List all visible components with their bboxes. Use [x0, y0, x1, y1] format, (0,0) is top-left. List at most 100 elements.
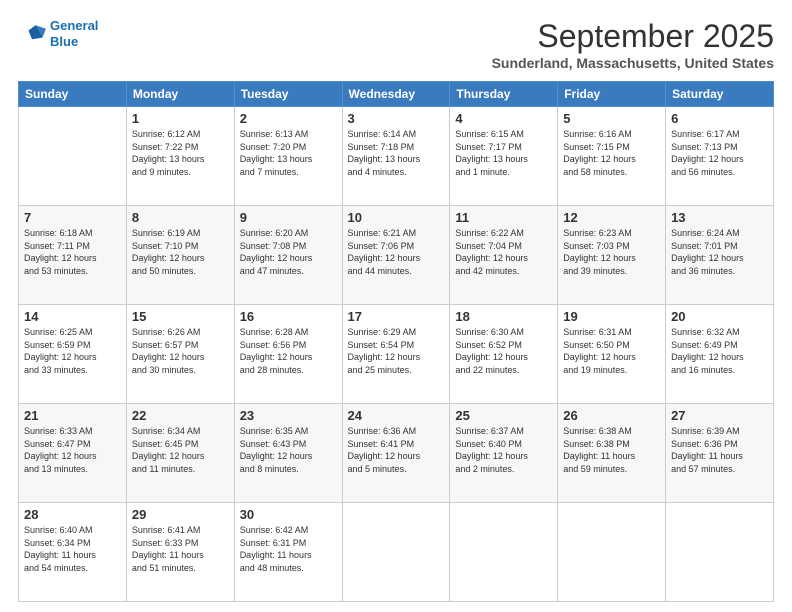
table-row	[342, 503, 450, 602]
day-number: 5	[563, 111, 660, 126]
day-number: 26	[563, 408, 660, 423]
table-row: 8 Sunrise: 6:19 AM Sunset: 7:10 PM Daylig…	[126, 206, 234, 305]
day-content: Sunrise: 6:29 AM Sunset: 6:54 PM Dayligh…	[348, 326, 445, 376]
day-number: 19	[563, 309, 660, 324]
table-row: 9 Sunrise: 6:20 AM Sunset: 7:08 PM Daylig…	[234, 206, 342, 305]
day-content: Sunrise: 6:39 AM Sunset: 6:36 PM Dayligh…	[671, 425, 768, 475]
day-number: 13	[671, 210, 768, 225]
day-number: 20	[671, 309, 768, 324]
col-friday: Friday	[558, 82, 666, 107]
day-number: 24	[348, 408, 445, 423]
day-content: Sunrise: 6:26 AM Sunset: 6:57 PM Dayligh…	[132, 326, 229, 376]
day-number: 27	[671, 408, 768, 423]
day-content: Sunrise: 6:18 AM Sunset: 7:11 PM Dayligh…	[24, 227, 121, 277]
day-number: 1	[132, 111, 229, 126]
table-row: 6Sunrise: 6:17 AM Sunset: 7:13 PM Daylig…	[666, 107, 774, 206]
calendar-week-row: 28 Sunrise: 6:40 AM Sunset: 6:34 PM Dayli…	[19, 503, 774, 602]
logo: General Blue	[18, 18, 98, 49]
day-content: Sunrise: 6:25 AM Sunset: 6:59 PM Dayligh…	[24, 326, 121, 376]
table-row: 14 Sunrise: 6:25 AM Sunset: 6:59 PM Dayli…	[19, 305, 127, 404]
col-wednesday: Wednesday	[342, 82, 450, 107]
logo-line2: Blue	[50, 34, 78, 49]
table-row: 26Sunrise: 6:38 AM Sunset: 6:38 PM Dayli…	[558, 404, 666, 503]
table-row: 18 Sunrise: 6:30 AM Sunset: 6:52 PM Dayli…	[450, 305, 558, 404]
table-row: 3Sunrise: 6:14 AM Sunset: 7:18 PM Daylig…	[342, 107, 450, 206]
table-row: 22 Sunrise: 6:34 AM Sunset: 6:45 PM Dayli…	[126, 404, 234, 503]
calendar-table: Sunday Monday Tuesday Wednesday Thursday…	[18, 81, 774, 602]
day-content: Sunrise: 6:13 AM Sunset: 7:20 PM Dayligh…	[240, 128, 337, 178]
day-number: 11	[455, 210, 552, 225]
day-number: 7	[24, 210, 121, 225]
table-row: 2 Sunrise: 6:13 AM Sunset: 7:20 PM Daylig…	[234, 107, 342, 206]
location-title: Sunderland, Massachusetts, United States	[492, 55, 774, 71]
day-number: 14	[24, 309, 121, 324]
table-row: 10Sunrise: 6:21 AM Sunset: 7:06 PM Dayli…	[342, 206, 450, 305]
col-saturday: Saturday	[666, 82, 774, 107]
day-content: Sunrise: 6:12 AM Sunset: 7:22 PM Dayligh…	[132, 128, 229, 178]
day-content: Sunrise: 6:24 AM Sunset: 7:01 PM Dayligh…	[671, 227, 768, 277]
day-content: Sunrise: 6:22 AM Sunset: 7:04 PM Dayligh…	[455, 227, 552, 277]
day-content: Sunrise: 6:37 AM Sunset: 6:40 PM Dayligh…	[455, 425, 552, 475]
day-number: 23	[240, 408, 337, 423]
day-content: Sunrise: 6:32 AM Sunset: 6:49 PM Dayligh…	[671, 326, 768, 376]
table-row: 21 Sunrise: 6:33 AM Sunset: 6:47 PM Dayli…	[19, 404, 127, 503]
day-number: 21	[24, 408, 121, 423]
day-content: Sunrise: 6:40 AM Sunset: 6:34 PM Dayligh…	[24, 524, 121, 574]
col-tuesday: Tuesday	[234, 82, 342, 107]
title-block: September 2025 Sunderland, Massachusetts…	[492, 18, 774, 71]
day-content: Sunrise: 6:23 AM Sunset: 7:03 PM Dayligh…	[563, 227, 660, 277]
day-number: 17	[348, 309, 445, 324]
table-row: 24 Sunrise: 6:36 AM Sunset: 6:41 PM Dayli…	[342, 404, 450, 503]
day-number: 2	[240, 111, 337, 126]
day-number: 8	[132, 210, 229, 225]
table-row: 19Sunrise: 6:31 AM Sunset: 6:50 PM Dayli…	[558, 305, 666, 404]
day-number: 29	[132, 507, 229, 522]
table-row: 23Sunrise: 6:35 AM Sunset: 6:43 PM Dayli…	[234, 404, 342, 503]
day-content: Sunrise: 6:41 AM Sunset: 6:33 PM Dayligh…	[132, 524, 229, 574]
table-row: 12 Sunrise: 6:23 AM Sunset: 7:03 PM Dayli…	[558, 206, 666, 305]
table-row	[666, 503, 774, 602]
table-row: 13 Sunrise: 6:24 AM Sunset: 7:01 PM Dayli…	[666, 206, 774, 305]
logo-line1: General	[50, 18, 98, 33]
day-number: 6	[671, 111, 768, 126]
month-title: September 2025	[492, 18, 774, 55]
calendar-week-row: 1 Sunrise: 6:12 AM Sunset: 7:22 PM Daylig…	[19, 107, 774, 206]
table-row: 7 Sunrise: 6:18 AM Sunset: 7:11 PM Daylig…	[19, 206, 127, 305]
logo-text: General Blue	[50, 18, 98, 49]
page: General Blue September 2025 Sunderland, …	[0, 0, 792, 612]
table-row	[558, 503, 666, 602]
day-number: 22	[132, 408, 229, 423]
calendar-week-row: 14 Sunrise: 6:25 AM Sunset: 6:59 PM Dayli…	[19, 305, 774, 404]
table-row: 5Sunrise: 6:16 AM Sunset: 7:15 PM Daylig…	[558, 107, 666, 206]
calendar-header-row: Sunday Monday Tuesday Wednesday Thursday…	[19, 82, 774, 107]
day-content: Sunrise: 6:28 AM Sunset: 6:56 PM Dayligh…	[240, 326, 337, 376]
day-content: Sunrise: 6:34 AM Sunset: 6:45 PM Dayligh…	[132, 425, 229, 475]
day-number: 25	[455, 408, 552, 423]
day-number: 28	[24, 507, 121, 522]
calendar-week-row: 21 Sunrise: 6:33 AM Sunset: 6:47 PM Dayli…	[19, 404, 774, 503]
day-number: 10	[348, 210, 445, 225]
table-row: 4Sunrise: 6:15 AM Sunset: 7:17 PM Daylig…	[450, 107, 558, 206]
table-row	[450, 503, 558, 602]
day-number: 4	[455, 111, 552, 126]
day-number: 30	[240, 507, 337, 522]
col-thursday: Thursday	[450, 82, 558, 107]
table-row: 1 Sunrise: 6:12 AM Sunset: 7:22 PM Daylig…	[126, 107, 234, 206]
day-number: 16	[240, 309, 337, 324]
day-content: Sunrise: 6:20 AM Sunset: 7:08 PM Dayligh…	[240, 227, 337, 277]
day-content: Sunrise: 6:19 AM Sunset: 7:10 PM Dayligh…	[132, 227, 229, 277]
day-number: 12	[563, 210, 660, 225]
day-content: Sunrise: 6:42 AM Sunset: 6:31 PM Dayligh…	[240, 524, 337, 574]
day-number: 15	[132, 309, 229, 324]
day-number: 9	[240, 210, 337, 225]
day-content: Sunrise: 6:36 AM Sunset: 6:41 PM Dayligh…	[348, 425, 445, 475]
day-number: 18	[455, 309, 552, 324]
table-row: 27 Sunrise: 6:39 AM Sunset: 6:36 PM Dayli…	[666, 404, 774, 503]
table-row: 30 Sunrise: 6:42 AM Sunset: 6:31 PM Dayli…	[234, 503, 342, 602]
day-content: Sunrise: 6:30 AM Sunset: 6:52 PM Dayligh…	[455, 326, 552, 376]
header: General Blue September 2025 Sunderland, …	[18, 18, 774, 71]
calendar-week-row: 7 Sunrise: 6:18 AM Sunset: 7:11 PM Daylig…	[19, 206, 774, 305]
table-row	[19, 107, 127, 206]
day-content: Sunrise: 6:33 AM Sunset: 6:47 PM Dayligh…	[24, 425, 121, 475]
table-row: 16 Sunrise: 6:28 AM Sunset: 6:56 PM Dayli…	[234, 305, 342, 404]
